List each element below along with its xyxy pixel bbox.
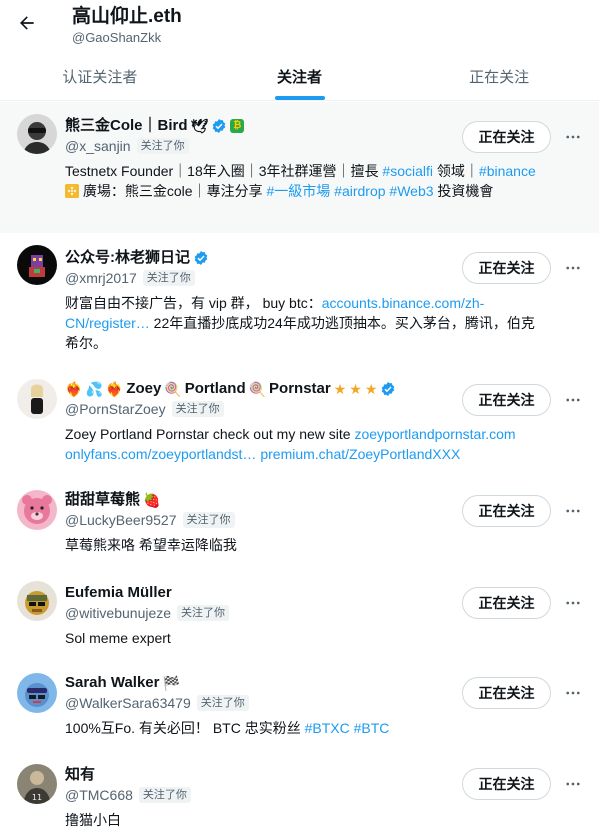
strawberry-emoji-icon: 🍓 [143, 492, 161, 508]
user-bio: 草莓熊来咯 希望幸运降临我 [65, 537, 237, 553]
user-bio: 100%互Fo. 有关必回！ BTC 忠实粉丝 #BTXC #BTC [65, 720, 390, 736]
user-bio: 财富自由不接广告，有 vip 群， buy btc：accounts.binan… [65, 295, 535, 351]
fire-heart-emoji-icon: ❤️‍🔥 [65, 381, 83, 397]
more-horizontal-icon [566, 509, 580, 513]
lollipop-emoji-icon: 🍭 [164, 381, 182, 397]
more-horizontal-icon [566, 398, 580, 402]
follows-you-badge: 关注了你 [138, 787, 191, 803]
user-bio: Sol meme expert [65, 630, 171, 646]
more-button[interactable] [562, 258, 584, 278]
profile-handle: @GaoShanZkk [72, 30, 162, 45]
avatar[interactable] [17, 379, 57, 419]
tab-bar: 认证关注者 关注者 正在关注 [0, 52, 599, 101]
follows-you-badge: 关注了你 [196, 695, 249, 711]
back-button[interactable] [10, 6, 44, 40]
verified-badge-icon [382, 382, 395, 396]
tab-following[interactable]: 正在关注 [399, 52, 599, 100]
more-horizontal-icon [566, 601, 580, 605]
list-item[interactable]: 熊三金Cole｜Bird 🕊 ₿ @x_sanjin 关注了你 Testnetx… [0, 102, 599, 233]
hashtag-link[interactable]: #binance [479, 163, 536, 179]
avatar[interactable] [17, 114, 57, 154]
hashtag-link[interactable]: #socialfi [382, 163, 433, 179]
bio-link[interactable]: zoeyportlandpornstar.com [354, 426, 515, 442]
list-item[interactable]: 甜甜草莓熊 🍓 @LuckyBeer9527 关注了你 草莓熊来咯 希望幸运降临… [0, 480, 599, 572]
profile-name: 高山仰止.eth [72, 6, 182, 27]
user-handle: @LuckyBeer9527 [65, 512, 177, 528]
tab-followers[interactable]: 关注者 [200, 52, 400, 100]
user-bio: Testnetx Founder｜18年入圈｜3年社群運營｜擅長 #social… [65, 163, 536, 199]
more-button[interactable] [562, 683, 584, 703]
more-button[interactable] [562, 390, 584, 410]
list-item[interactable]: Eufemia Müller @witivebunujeze 关注了你 Sol … [0, 572, 599, 663]
star-emoji-icon: ★ [349, 381, 362, 397]
star-emoji-icon: ★ [333, 381, 347, 397]
following-button[interactable]: 正在关注 [462, 384, 551, 416]
user-handle: @TMC668 [65, 787, 133, 803]
avatar[interactable] [17, 581, 57, 621]
following-button[interactable]: 正在关注 [462, 587, 551, 619]
hashtag-link[interactable]: #BTXC [305, 720, 350, 736]
avatar[interactable] [17, 245, 57, 285]
following-button[interactable]: 正在关注 [462, 768, 551, 800]
avatar[interactable] [17, 490, 57, 530]
list-item[interactable]: Sarah Walker 🏁 @WalkerSara63479 关注了你 100… [0, 663, 599, 754]
more-button[interactable] [562, 774, 584, 794]
lollipop-emoji-icon: 🍭 [248, 381, 267, 397]
hashtag-link[interactable]: #BTC [354, 720, 390, 736]
checkered-flag-emoji-icon: 🏁 [162, 675, 180, 691]
following-button[interactable]: 正在关注 [462, 677, 551, 709]
profile-header: 高山仰止.eth @GaoShanZkk [0, 0, 599, 52]
binance-logo-icon [65, 184, 79, 198]
back-arrow-icon [20, 16, 34, 30]
user-handle: @xmrj2017 [65, 270, 137, 286]
follows-you-badge: 关注了你 [177, 605, 230, 621]
follows-you-badge: 关注了你 [182, 512, 235, 528]
more-button[interactable] [562, 127, 584, 147]
sweat-droplets-emoji-icon: 💦 [85, 381, 103, 397]
svg-text:11: 11 [32, 793, 42, 802]
user-bio: Zoey Portland Pornstar check out my new … [65, 426, 516, 462]
avatar[interactable] [17, 673, 57, 713]
tab-verified-followers[interactable]: 认证关注者 [0, 52, 200, 100]
following-button[interactable]: 正在关注 [462, 252, 551, 284]
following-button[interactable]: 正在关注 [462, 495, 551, 527]
hashtag-link[interactable]: #airdrop [334, 183, 385, 199]
verified-badge-icon [194, 251, 208, 265]
star-emoji-icon: ★ [364, 381, 378, 397]
list-item[interactable]: 11 知有 @TMC668 关注了你 撸猫小白 正在关注 [0, 754, 599, 837]
org-badge-icon: ₿ [230, 119, 245, 133]
fire-heart-emoji-icon: ❤️‍🔥 [105, 381, 124, 397]
verified-badge-icon [213, 119, 226, 133]
following-button[interactable]: 正在关注 [462, 121, 551, 153]
more-horizontal-icon [566, 135, 580, 139]
user-bio: 撸猫小白 [65, 812, 121, 828]
user-handle: @WalkerSara63479 [65, 695, 191, 711]
avatar[interactable]: 11 [17, 764, 57, 804]
bio-link[interactable]: premium.chat/ZoeyPortlandXXX [260, 446, 460, 462]
more-button[interactable] [562, 501, 584, 521]
user-handle: @x_sanjin [65, 138, 131, 154]
follows-you-badge: 关注了你 [171, 401, 224, 417]
more-button[interactable] [562, 593, 584, 613]
hashtag-link[interactable]: #Web3 [389, 183, 433, 199]
user-handle: @witivebunujeze [65, 605, 172, 621]
follows-you-badge: 关注了你 [136, 138, 189, 154]
more-horizontal-icon [566, 266, 580, 270]
hashtag-link[interactable]: #一級市場 [266, 183, 330, 199]
more-horizontal-icon [566, 691, 580, 695]
more-horizontal-icon [566, 782, 580, 786]
list-item[interactable]: ❤️‍🔥 💦 ❤️‍🔥 Zoey 🍭 Portland 🍭 Pornstar ★ ★ ★… [0, 367, 599, 480]
bio-link[interactable]: onlyfans.com/zoeyportlandst… [65, 446, 256, 462]
user-handle: @PornStarZoey [65, 401, 166, 417]
follows-you-badge: 关注了你 [142, 270, 195, 286]
bird-emoji-icon: 🕊 [190, 118, 209, 134]
list-item[interactable]: 公众号:林老狮日记 @xmrj2017 关注了你 财富自由不接广告，有 vip … [0, 233, 599, 367]
